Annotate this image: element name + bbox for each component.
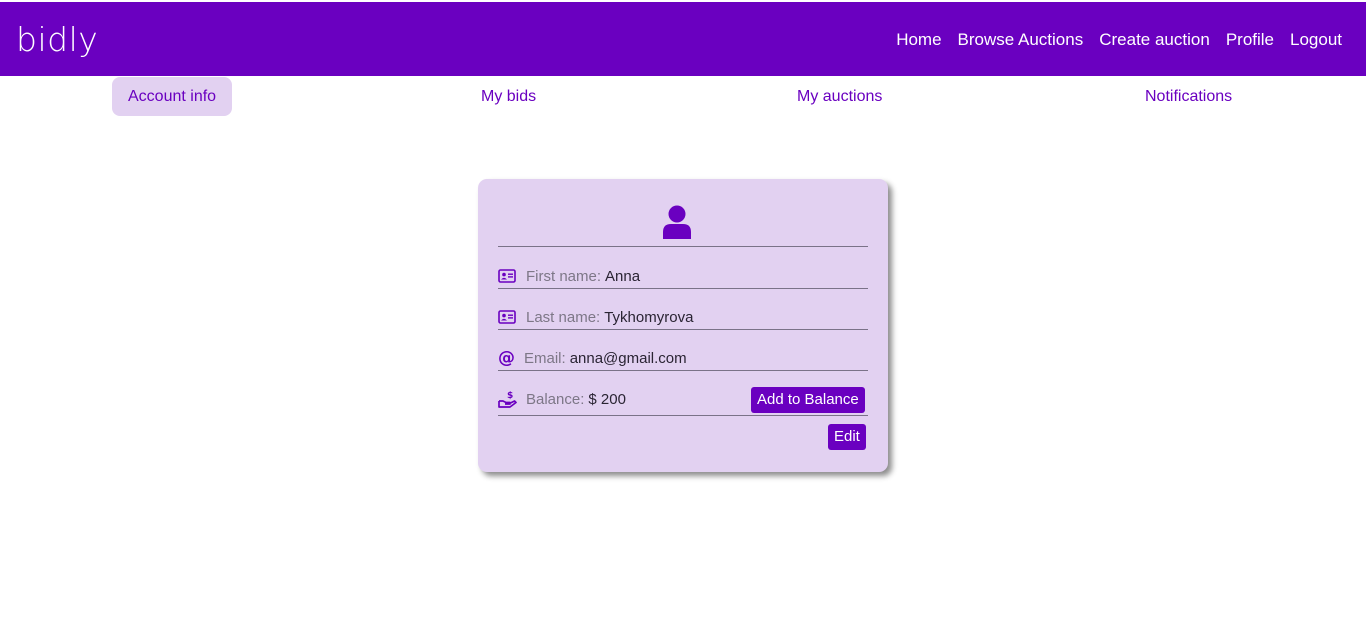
nav-links: Home Browse Auctions Create auction Prof… xyxy=(896,28,1342,52)
nav-link-create-auction[interactable]: Create auction xyxy=(1099,28,1210,52)
divider xyxy=(498,370,868,371)
balance-label: Balance: xyxy=(526,390,585,408)
divider xyxy=(498,329,868,330)
divider xyxy=(498,288,868,289)
id-card-icon xyxy=(498,266,518,286)
email-row: @ Email: anna@gmail.com xyxy=(498,346,868,370)
account-info-card: First name: Anna Last name: Tykhomyrova … xyxy=(478,179,888,472)
nav-link-logout[interactable]: Logout xyxy=(1290,28,1342,52)
nav-link-home[interactable]: Home xyxy=(896,28,941,52)
email-label: Email: xyxy=(524,349,566,367)
first-name-row: First name: Anna xyxy=(498,264,868,288)
tab-my-bids[interactable]: My bids xyxy=(481,77,536,116)
at-icon: @ xyxy=(498,347,515,368)
svg-text:$: $ xyxy=(507,391,513,401)
brand-logo[interactable]: bidly xyxy=(16,20,98,60)
last-name-row: Last name: Tykhomyrova xyxy=(498,305,868,329)
first-name-value: Anna xyxy=(605,267,641,285)
id-card-icon xyxy=(498,307,518,327)
add-to-balance-button[interactable]: Add to Balance xyxy=(751,387,865,413)
email-value: anna@gmail.com xyxy=(569,349,687,367)
divider xyxy=(498,415,868,416)
tab-account-info[interactable]: Account info xyxy=(112,77,233,116)
hand-dollar-icon: $ xyxy=(498,389,518,409)
tab-my-auctions[interactable]: My auctions xyxy=(797,77,882,116)
balance-value: $ 200 xyxy=(588,390,626,408)
nav-link-profile[interactable]: Profile xyxy=(1226,28,1274,52)
divider xyxy=(498,246,868,247)
user-icon xyxy=(663,205,691,239)
first-name-label: First name: xyxy=(526,267,602,285)
edit-button[interactable]: Edit xyxy=(828,424,866,450)
top-navbar: bidly Home Browse Auctions Create auctio… xyxy=(0,2,1366,76)
nav-link-browse-auctions[interactable]: Browse Auctions xyxy=(958,28,1084,52)
last-name-value: Tykhomyrova xyxy=(604,308,694,326)
tab-notifications[interactable]: Notifications xyxy=(1145,77,1232,116)
profile-tabs: Account info My bids My auctions Notific… xyxy=(0,76,1366,118)
last-name-label: Last name: xyxy=(526,308,601,326)
